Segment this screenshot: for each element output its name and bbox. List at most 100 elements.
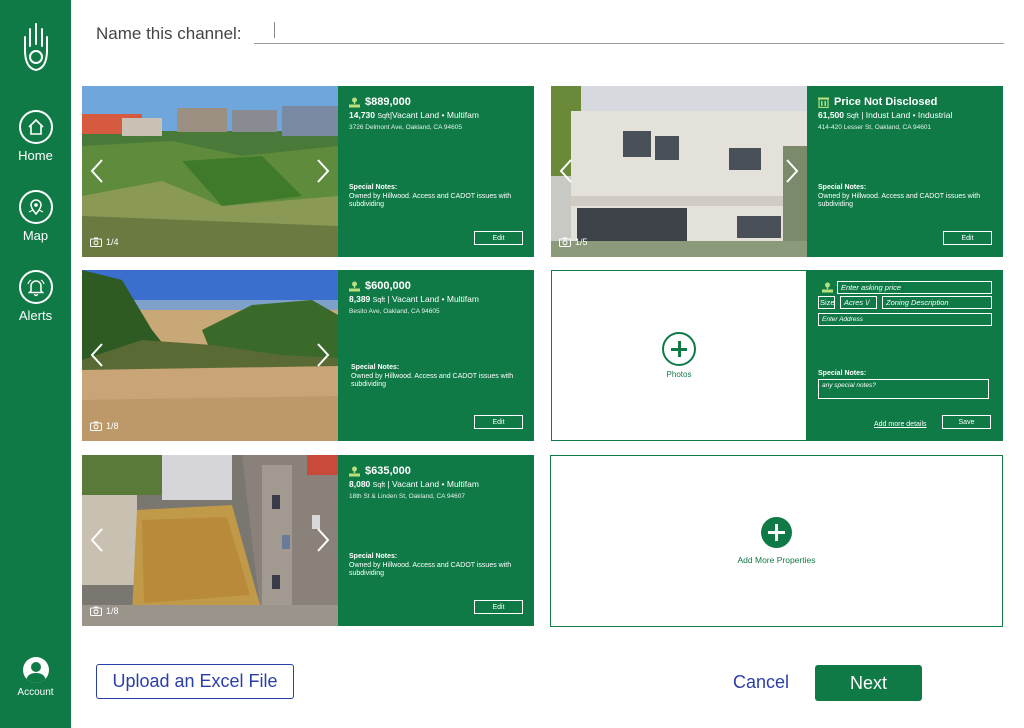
camera-icon — [90, 421, 102, 431]
special-notes-heading: Special Notes: — [349, 184, 398, 191]
property-use: Industrial — [917, 110, 953, 120]
upload-excel-button[interactable]: Upload an Excel File — [96, 664, 294, 699]
sidebar-item-home[interactable]: Home — [0, 110, 71, 163]
next-photo-icon[interactable] — [316, 158, 330, 184]
special-notes-text: Owned by Hillwood. Access and CADOT issu… — [349, 193, 512, 208]
property-sqft: 8,389 — [349, 294, 371, 304]
property-info-panel: $635,000 8,080 Sqft | Vacant Land • Mult… — [338, 455, 534, 626]
property-price: Price Not Disclosed — [834, 96, 938, 108]
next-photo-icon[interactable] — [785, 158, 799, 184]
sqft-unit: Sqft — [377, 113, 390, 120]
property-photo[interactable]: 1/8 — [82, 270, 338, 441]
plus-circle-filled-icon — [761, 517, 792, 548]
building-icon — [818, 97, 829, 108]
user-avatar-icon — [22, 657, 49, 683]
property-price: $635,000 — [365, 465, 411, 477]
property-card: 1/4 $889,000 14,730 Sqft|Vacant Land • M… — [82, 86, 534, 257]
property-details: 14,730 Sqft|Vacant Land • Multifam — [349, 110, 479, 120]
save-button[interactable]: Save — [942, 415, 991, 429]
plus-circle-icon — [662, 332, 696, 366]
property-photo[interactable]: 1/8 — [82, 455, 338, 626]
sidebar-item-map[interactable]: Map — [0, 190, 71, 243]
next-button[interactable]: Next — [815, 665, 922, 701]
map-pin-icon — [18, 190, 53, 224]
previous-photo-icon[interactable] — [90, 527, 104, 553]
edit-button[interactable]: Edit — [943, 231, 992, 245]
zoning-description-input[interactable]: Zoning Description — [882, 296, 992, 309]
property-card: 1/8 $600,000 8,389 Sqft | Vacant Land • … — [82, 270, 534, 441]
previous-photo-icon[interactable] — [90, 158, 104, 184]
property-type: Vacant Land — [392, 479, 440, 489]
sqft-unit: Sqft — [372, 297, 386, 304]
land-icon — [349, 97, 360, 107]
property-address: 414-420 Lesser St, Oakland, CA 94601 — [818, 124, 932, 131]
property-use: Multifam — [446, 294, 479, 304]
photo-counter-text: 1/8 — [106, 606, 119, 616]
property-info-panel: $600,000 8,389 Sqft | Vacant Land • Mult… — [338, 270, 534, 441]
add-more-properties-button[interactable]: Add More Properties — [550, 455, 1003, 627]
sidebar-item-label: Account — [17, 687, 54, 698]
property-photo[interactable]: 1/5 — [551, 86, 807, 257]
sidebar-item-label: Home — [18, 148, 53, 163]
unit-select[interactable]: Acres \/ — [840, 296, 877, 309]
property-card: 1/8 $635,000 8,080 Sqft | Vacant Land • … — [82, 455, 534, 626]
property-type: Indust Land — [865, 110, 911, 120]
previous-photo-icon[interactable] — [559, 158, 573, 184]
photo-counter: 1/8 — [90, 606, 119, 616]
property-address: 3726 Delmont Ave, Oakland, CA 94605 — [349, 124, 462, 131]
photos-label: Photos — [666, 370, 692, 379]
property-details: 61,500 Sqft | Indust Land • Industrial — [818, 110, 953, 120]
property-type: Vacant Land — [392, 294, 440, 304]
sidebar-item-label: Map — [22, 228, 49, 243]
price-row: $600,000 — [349, 280, 524, 292]
special-notes-heading: Special Notes: — [351, 364, 400, 371]
land-icon — [349, 466, 360, 476]
add-more-details-link[interactable]: Add more details — [874, 421, 927, 428]
sidebar-item-label: Alerts — [18, 308, 53, 323]
edit-button[interactable]: Edit — [474, 415, 523, 429]
edit-button[interactable]: Edit — [474, 231, 523, 245]
hand-logo-icon[interactable] — [18, 20, 54, 74]
property-details: 8,080 Sqft | Vacant Land • Multifam — [349, 479, 479, 489]
property-sqft: 8,080 — [349, 479, 371, 489]
special-notes-text: Owned by Hillwood. Access and CADOT issu… — [351, 373, 514, 388]
property-use: Multifam — [446, 110, 479, 120]
home-icon — [18, 110, 53, 144]
property-info-panel: Price Not Disclosed 61,500 Sqft | Indust… — [807, 86, 1003, 257]
photo-counter-text: 1/5 — [575, 237, 588, 247]
next-photo-icon[interactable] — [316, 342, 330, 368]
sidebar-item-alerts[interactable]: Alerts — [0, 270, 71, 323]
cancel-button[interactable]: Cancel — [733, 672, 789, 693]
sidebar: Home Map Alerts Account — [0, 0, 71, 728]
camera-icon — [90, 237, 102, 247]
channel-name-input[interactable] — [254, 18, 1004, 44]
land-icon — [349, 281, 360, 291]
bell-icon — [18, 270, 53, 304]
next-photo-icon[interactable] — [316, 527, 330, 553]
price-row: $889,000 — [349, 96, 524, 108]
size-field-label[interactable]: Size — [818, 296, 835, 309]
photo-counter-text: 1/8 — [106, 421, 119, 431]
special-notes-heading: Special Notes: — [818, 370, 867, 377]
camera-icon — [90, 606, 102, 616]
special-notes-input[interactable]: any special notes? — [818, 379, 989, 399]
add-more-properties-label: Add More Properties — [737, 555, 816, 565]
photo-counter: 1/4 — [90, 237, 119, 247]
property-address: Besito Ave, Oakland, CA 94605 — [349, 308, 440, 315]
property-photo[interactable]: 1/4 — [82, 86, 338, 257]
asking-price-input[interactable]: Enter asking price — [837, 281, 992, 294]
edit-button[interactable]: Edit — [474, 600, 523, 614]
property-price: $889,000 — [365, 96, 411, 108]
photo-counter: 1/8 — [90, 421, 119, 431]
price-row: Price Not Disclosed — [818, 96, 993, 108]
property-card: 1/5 Price Not Disclosed 61,500 Sqft | In… — [551, 86, 1003, 257]
address-input[interactable]: Enter Address — [818, 313, 992, 326]
previous-photo-icon[interactable] — [90, 342, 104, 368]
special-notes-heading: Special Notes: — [818, 184, 867, 191]
sidebar-item-account[interactable]: Account — [0, 657, 71, 698]
add-photos-button[interactable]: Photos — [551, 270, 807, 441]
new-property-card: Photos Enter asking price Size Acres \/ … — [551, 270, 1003, 441]
property-sqft: 14,730 — [349, 110, 375, 120]
property-type: Vacant Land — [392, 110, 440, 120]
photo-counter: 1/5 — [559, 237, 588, 247]
